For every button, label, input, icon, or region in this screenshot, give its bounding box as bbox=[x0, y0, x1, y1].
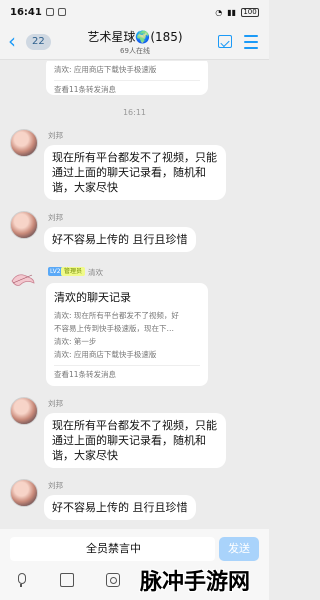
forwarded-card[interactable]: 清欢的聊天记录 清欢: 现在所有平台都发不了视频，好 不容易上传到快手极速版，现… bbox=[46, 283, 208, 386]
online-count: 69人在线 bbox=[120, 47, 150, 55]
message-bubble[interactable]: 现在所有平台都发不了视频，只能通过上面的聊天记录看，随机和谐，大家尽快 bbox=[44, 145, 226, 200]
wifi-icon: ◔ bbox=[215, 7, 223, 17]
sender-name: 刘邦 bbox=[48, 213, 63, 222]
admin-badge: 管理员 bbox=[61, 267, 86, 276]
microphone-icon[interactable] bbox=[14, 573, 28, 587]
avatar[interactable] bbox=[10, 479, 38, 507]
menu-icon[interactable] bbox=[244, 35, 258, 53]
message-list[interactable]: 清欢: 应用商店下载快手极速版 查看11条转发消息 16:11 刘邦 现在所有平… bbox=[0, 61, 269, 529]
camera-icon[interactable] bbox=[106, 573, 120, 587]
watermark: 脉冲手游网 bbox=[140, 570, 251, 595]
battery-icon: 100 bbox=[241, 7, 259, 17]
card-line: 不容易上传到快手极速版，现在下… bbox=[54, 324, 174, 333]
avatar[interactable] bbox=[10, 269, 36, 291]
image-icon[interactable] bbox=[60, 573, 74, 587]
signal-icon: ▮▮ bbox=[227, 7, 236, 17]
status-time: 16:41 bbox=[10, 6, 42, 18]
sender-name: 清欢 bbox=[88, 268, 103, 277]
send-button[interactable]: 发送 bbox=[219, 537, 259, 561]
message-input[interactable]: 全员禁言中 bbox=[10, 537, 215, 561]
card-line: 清欢: 应用商店下载快手极速版 bbox=[54, 350, 157, 359]
card-line: 清欢: 第一步 bbox=[54, 337, 97, 346]
avatar[interactable] bbox=[10, 397, 38, 425]
group-title: 艺术星球🌍(185) bbox=[87, 30, 183, 44]
sender-name: 刘邦 bbox=[48, 131, 63, 140]
chevron-left-icon[interactable]: ‹ bbox=[8, 29, 16, 53]
card-title: 清欢的聊天记录 bbox=[54, 291, 131, 304]
sender-name: 刘邦 bbox=[48, 481, 63, 490]
input-bar: 全员禁言中 发送 bbox=[0, 529, 269, 569]
time-divider: 16:11 bbox=[122, 108, 147, 117]
message-bubble[interactable]: 现在所有平台都发不了视频，只能通过上面的聊天记录看，随机和谐，大家尽快 bbox=[44, 413, 226, 468]
card-footer[interactable]: 查看11条转发消息 bbox=[54, 80, 200, 95]
calendar-check-icon[interactable] bbox=[218, 35, 232, 48]
chat-header: ‹ 22 艺术星球🌍(185) 69人在线 bbox=[0, 24, 269, 60]
avatar[interactable] bbox=[10, 211, 38, 239]
admin-sender-row: LV2 管理员 清欢 bbox=[0, 267, 269, 286]
card-footer[interactable]: 查看11条转发消息 bbox=[54, 365, 200, 380]
message-bubble[interactable]: 好不容易上传的 且行且珍惜 bbox=[44, 227, 196, 252]
app-icon bbox=[57, 8, 66, 16]
group-title-block[interactable]: 艺术星球🌍(185) 69人在线 bbox=[60, 28, 210, 56]
card-line: 清欢: 现在所有平台都发不了视频，好 bbox=[54, 311, 179, 320]
message-bubble[interactable]: 好不容易上传的 且行且珍惜 bbox=[44, 495, 196, 520]
forwarded-card[interactable]: 清欢: 应用商店下载快手极速版 查看11条转发消息 bbox=[46, 61, 208, 95]
notification-icon bbox=[45, 8, 54, 16]
unread-badge[interactable]: 22 bbox=[26, 34, 51, 50]
card-line: 清欢: 应用商店下载快手极速版 bbox=[54, 65, 157, 74]
status-bar: 16:41 ◔ ▮▮ 100 bbox=[0, 0, 269, 24]
sender-name: 刘邦 bbox=[48, 399, 63, 408]
avatar[interactable] bbox=[10, 129, 38, 157]
